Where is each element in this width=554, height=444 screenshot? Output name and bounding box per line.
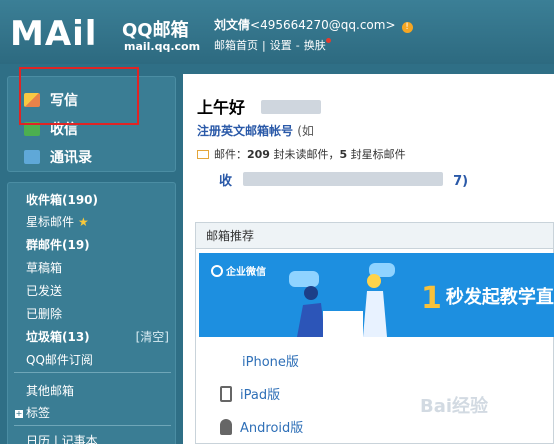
ipad-app-link[interactable]: iPad版 [220, 384, 280, 403]
ipad-icon [220, 386, 232, 402]
mail-label: 邮件： [214, 148, 247, 161]
folder-subscriptions[interactable]: QQ邮件订阅 [26, 351, 93, 368]
folder-trash[interactable]: 垃圾箱(13) [26, 328, 90, 345]
user-info: 刘文倩<495664270@qq.com>! [214, 16, 413, 33]
divider [14, 425, 171, 426]
star-count[interactable]: 5 [339, 148, 347, 161]
register-row: 注册英文邮箱帐号 (如 [197, 122, 314, 139]
qqmail-logo[interactable]: MAil [10, 14, 97, 54]
greeting-text: 上午好 [197, 98, 246, 117]
folder-drafts[interactable]: 草稿箱 [26, 259, 62, 276]
annotation-highlight-box [19, 67, 139, 125]
baidu-watermark: Bai经验 [420, 396, 489, 417]
banner-number: 1 [421, 281, 442, 316]
apple-icon [220, 353, 234, 369]
header-links: 邮箱首页 | 设置 - 换肤 [214, 37, 331, 53]
alert-icon[interactable]: ! [401, 22, 413, 33]
folder-group[interactable]: 群邮件(19) [26, 236, 90, 253]
expand-icon[interactable]: + [15, 410, 23, 418]
main-content: 上午好 注册英文邮箱帐号 (如 邮件：209 封未读邮件，5 封星标邮件 收 7… [183, 74, 554, 444]
panel-title: 邮箱推荐 [196, 223, 553, 249]
banner-caption: 秒发起教学直 [445, 287, 554, 308]
iphone-label: iPhone版 [242, 355, 299, 370]
user-email: <495664270@qq.com> [250, 18, 396, 32]
folder-tags[interactable]: + 标签 [15, 404, 50, 421]
register-suffix: (如 [297, 124, 314, 138]
address-prefix: 收 [219, 174, 233, 189]
divider [14, 372, 171, 373]
unread-count[interactable]: 209 [247, 148, 270, 161]
folder-list: 收件箱(190) 星标邮件 ★ 群邮件(19) 草稿箱 已发送 已删除 垃圾箱(1… [7, 182, 176, 444]
calendar-notes-link[interactable]: 日历 | 记事本 [26, 432, 98, 444]
android-app-link[interactable]: Android版 [220, 417, 303, 436]
skin-link[interactable]: 换肤 [304, 39, 326, 52]
contacts-icon [24, 150, 40, 164]
wework-logo: 企业微信 [211, 263, 266, 278]
iphone-app-link[interactable]: iPhone版 [220, 351, 299, 370]
star-label[interactable]: 封星标邮件 [351, 148, 406, 161]
logo-cn: QQ邮箱 [122, 20, 189, 41]
mail-summary: 邮件：209 封未读邮件，5 封星标邮件 [197, 146, 406, 162]
blurred-name [260, 100, 321, 114]
folder-other-mailboxes[interactable]: 其他邮箱 [26, 382, 74, 399]
folder-inbox[interactable]: 收件箱(190) [26, 191, 98, 208]
logo-url: mail.qq.com [124, 40, 201, 53]
address-suffix: 7) [453, 174, 469, 189]
envelope-icon [197, 150, 209, 159]
register-link[interactable]: 注册英文邮箱帐号 [197, 124, 293, 138]
new-dot-icon [325, 38, 331, 43]
banner-text: 1 秒发起教学直 [421, 281, 554, 316]
wework-icon [211, 265, 223, 277]
folder-tags-label: 标签 [26, 406, 51, 420]
greeting: 上午好 [197, 94, 321, 118]
folder-starred[interactable]: 星标邮件 ★ [26, 213, 89, 230]
wework-banner[interactable]: 企业微信 1 秒发起教学直 [199, 253, 554, 337]
folder-sent[interactable]: 已发送 [26, 282, 62, 299]
android-icon [220, 419, 232, 435]
blurred-address [242, 172, 443, 186]
recommend-panel: 邮箱推荐 企业微信 1 秒发起教学直 iPhone版 iPad版 Android版 [195, 222, 554, 444]
folder-deleted[interactable]: 已删除 [26, 305, 62, 322]
home-link[interactable]: 邮箱首页 [214, 39, 258, 52]
star-icon: ★ [78, 215, 89, 229]
unread-label[interactable]: 封未读邮件， [273, 148, 339, 161]
folder-starred-label: 星标邮件 [26, 215, 75, 229]
top-header: MAil QQ邮箱 mail.qq.com 刘文倩<495664270@qq.c… [0, 0, 554, 64]
ipad-label: iPad版 [240, 388, 281, 403]
user-name: 刘文倩 [214, 18, 251, 32]
address-row: 收 7) [219, 170, 468, 189]
android-label: Android版 [240, 421, 304, 436]
logo-text: MAil [10, 14, 98, 54]
contacts-button[interactable]: 通讯录 [24, 147, 92, 167]
settings-link[interactable]: 设置 [270, 39, 292, 52]
contacts-label: 通讯录 [50, 150, 92, 166]
clear-trash-link[interactable]: [清空] [136, 328, 169, 345]
